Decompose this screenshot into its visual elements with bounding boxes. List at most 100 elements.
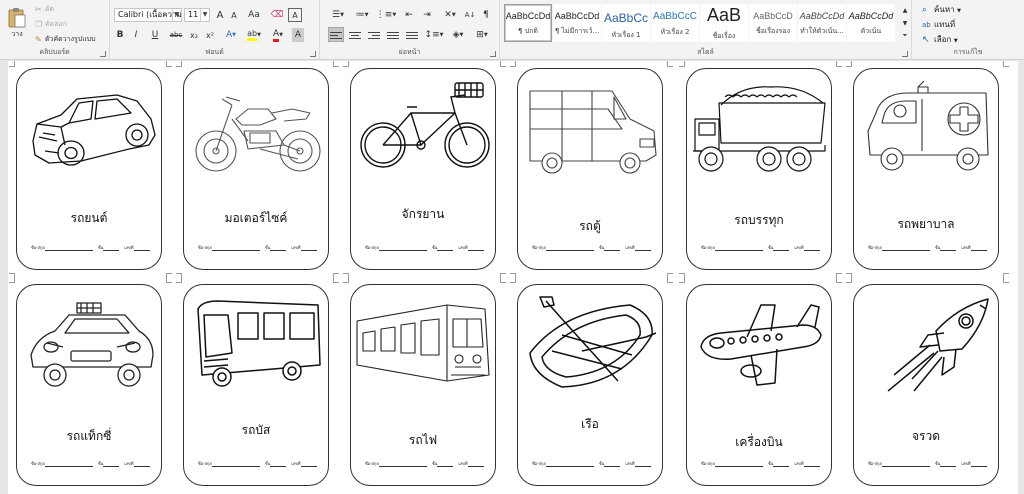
text-effects-button[interactable]: A ▼ [222, 28, 240, 42]
multilevel-list-button[interactable]: ⋮≡ ▼ [376, 8, 396, 22]
copy-label: คัดลอก [45, 19, 67, 28]
styles-launcher-icon[interactable] [902, 51, 908, 57]
footer-blank-line [300, 246, 317, 251]
align-center-button[interactable] [347, 27, 363, 42]
shrink-font-icon: A [231, 10, 237, 20]
superscript-button[interactable]: x² [204, 28, 216, 42]
card-footer-lines: ชื่อ-สกุล ชั้น เลขที่ [31, 460, 151, 468]
style-sample: AaBbCc [603, 11, 649, 25]
footer-label: เลขที่ [961, 461, 971, 466]
airplane-icon [700, 304, 822, 386]
card-word: จักรยาน [401, 207, 445, 221]
select-button[interactable]: ↖ เลือก ▼ [922, 33, 958, 47]
style-sample: AaBbCcD [753, 11, 793, 21]
strikethrough-button[interactable]: abc [168, 28, 184, 42]
paragraph-launcher-icon[interactable] [490, 51, 496, 57]
card-footer-lines: ชื่อ-สกุล ชั้น เลขที่ [868, 244, 988, 252]
style-item[interactable]: AaBbCcDd ตัวเน้น [847, 4, 895, 42]
crop-mark [679, 277, 685, 283]
footer-label: ชื่อ-สกุล [532, 245, 546, 250]
underline-button[interactable]: U [146, 28, 164, 42]
character-border-button[interactable]: A [288, 8, 302, 22]
crop-mark [333, 61, 339, 67]
van-icon [529, 90, 657, 174]
footer-label: เลขที่ [291, 461, 301, 466]
crop-mark [343, 61, 349, 67]
footer-label: ชื่อ-สกุล [868, 461, 882, 466]
search-icon: ⌕ [922, 5, 928, 15]
copy-button[interactable]: ❐ คัดลอก [34, 18, 68, 30]
document-page[interactable]: รถยนต์ ชื่อ-สกุล ชั้น เลขที่ มอเตอร์ไซค์ ชื่… [8, 61, 1018, 494]
bullets-button[interactable]: ☰ ▼ [328, 8, 348, 22]
align-left-button[interactable] [328, 27, 344, 42]
sort-button[interactable]: A↓ [464, 8, 476, 22]
character-shading-button[interactable]: A [292, 28, 304, 42]
clipboard-launcher-icon[interactable] [100, 51, 106, 57]
footer-blank-line [714, 462, 763, 467]
cut-button[interactable]: ✂ ตัด [34, 3, 55, 15]
footer-blank-line [714, 246, 763, 251]
footer-blank-line [211, 462, 260, 467]
flash-card: รถพยาบาล ชื่อ-สกุล ชั้น เลขที่ [853, 68, 999, 270]
crop-mark [343, 277, 349, 283]
style-sample: AaBbCcDd [554, 11, 600, 21]
footer-blank-line [378, 462, 427, 467]
crop-mark [9, 61, 15, 67]
style-item[interactable]: AaB ชื่อเรื่อง [700, 4, 748, 42]
crop-mark [9, 277, 15, 283]
font-size-dropdown[interactable]: 11 ▼ [184, 8, 210, 22]
crop-mark [836, 61, 842, 67]
styles-more-button[interactable]: ⏷ [900, 30, 910, 42]
subscript-button[interactable]: x₂ [188, 28, 200, 42]
style-item[interactable]: AaBbCcD ชื่อเรื่องรอง [749, 4, 797, 42]
justify-button[interactable] [385, 27, 401, 42]
decrease-indent-button[interactable]: ⇤ [402, 8, 416, 22]
distributed-button[interactable] [404, 27, 420, 42]
shading-button[interactable]: ◈ ▼ [448, 27, 468, 42]
style-name: หัวเรื่อง 2 [660, 28, 690, 36]
font-launcher-icon[interactable] [310, 51, 316, 57]
footer-blank-line [940, 462, 957, 467]
increase-indent-button[interactable]: ⇥ [420, 8, 434, 22]
card-footer-lines: ชื่อ-สกุล ชั้น เลขที่ [365, 460, 485, 468]
style-item[interactable]: AaBbCcC หัวเรื่อง 2 [651, 4, 699, 42]
styles-scroll-up-button[interactable]: ▲ [900, 4, 910, 16]
style-item[interactable]: AaBbCcDd ¶ ไม่มีการเว้... [553, 4, 601, 42]
subscript-icon: x₂ [190, 30, 198, 40]
format-painter-button[interactable]: ✎ ตัวคัดวางรูปแบบ [34, 33, 97, 45]
replace-button[interactable]: ab แทนที่ [922, 18, 955, 32]
card-footer-lines: ชื่อ-สกุล ชั้น เลขที่ [365, 244, 485, 252]
font-name-dropdown[interactable]: Calibri (เนื้อความ ▼ [114, 8, 182, 22]
paste-button[interactable]: วาง [4, 3, 30, 43]
italic-button[interactable]: I [130, 28, 142, 42]
shrink-font-button[interactable]: A [228, 8, 240, 22]
align-center-icon [349, 30, 361, 40]
card-footer-lines: ชื่อ-สกุล ชั้น เลขที่ [701, 460, 821, 468]
crop-mark [510, 277, 516, 283]
sort-icon: A↓ [464, 11, 476, 19]
clear-format-button[interactable]: ⌫ [270, 8, 284, 22]
style-item[interactable]: AaBbCcDd ทำให้ตัวเน้น... [798, 4, 846, 42]
highlight-button[interactable]: ab ▼ [244, 28, 264, 42]
borders-button[interactable]: ⊞ ▼ [472, 27, 492, 42]
strikethrough-icon: abc [169, 31, 183, 39]
show-marks-button[interactable]: ¶ [480, 8, 492, 22]
change-case-button[interactable]: Aa [244, 8, 264, 22]
outdent-icon: ⇤ [405, 10, 413, 20]
line-spacing-button[interactable]: ↕≡ ▼ [424, 27, 444, 42]
bullet-list-icon: ☰ [332, 10, 341, 20]
asian-layout-button[interactable]: ✕ ▼ [440, 8, 460, 22]
style-item[interactable]: AaBbCc หัวเรื่อง 1 [602, 4, 650, 42]
align-right-button[interactable] [366, 27, 382, 42]
grow-font-button[interactable]: A [214, 8, 226, 22]
numbering-button[interactable]: ≔ ▼ [352, 8, 372, 22]
styles-scroll-down-button[interactable]: ▼ [900, 17, 910, 29]
crop-mark [1003, 61, 1009, 67]
style-item[interactable]: AaBbCcDd ¶ ปกติ [504, 4, 552, 42]
font-color-button[interactable]: A ▼ [268, 28, 288, 42]
bold-button[interactable]: B [114, 28, 126, 42]
character-border-icon: A [292, 10, 298, 20]
italic-icon: I [134, 30, 138, 40]
find-button[interactable]: ⌕ ค้นหา ▼ [922, 3, 961, 17]
footer-blank-line [634, 462, 651, 467]
